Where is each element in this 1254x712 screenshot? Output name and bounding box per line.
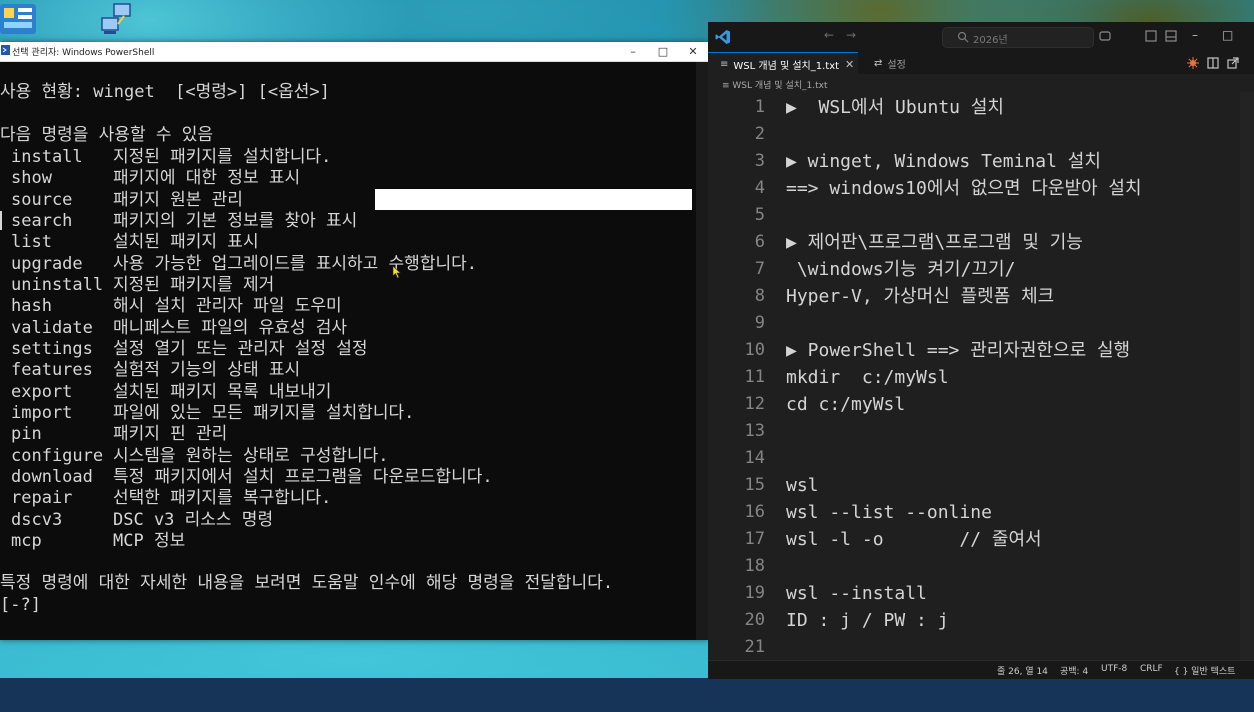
network-computer-icon[interactable] (100, 2, 134, 36)
powershell-titlebar[interactable]: 선택 관리자: Windows PowerShell – □ ✕ (0, 42, 708, 62)
maximize-button[interactable]: □ (648, 42, 678, 61)
editor-line: 1 ▶ WSL에서 Ubuntu 설치 (754, 97, 1004, 118)
forward-arrow-button[interactable]: → (846, 28, 856, 42)
search-text: 2026년 (973, 35, 1008, 46)
window-title: 선택 관리자: Windows PowerShell (12, 48, 155, 58)
commands-heading: 다음 명령을 사용할 수 있음 (0, 125, 213, 145)
selection-marker (0, 211, 2, 230)
editor-line: 13 (744, 421, 765, 441)
status-encoding[interactable]: UTF-8 (1101, 664, 1127, 674)
app-shortcut-icon[interactable] (0, 2, 38, 36)
breadcrumb[interactable]: ≡ WSL 개념 및 설치_1.txt (722, 78, 827, 91)
terminal-scrollbar[interactable] (696, 62, 708, 640)
mouse-pointer-icon (392, 265, 402, 279)
layout-icon[interactable] (1144, 29, 1158, 43)
editor-line: 18 (744, 556, 765, 576)
editor-line: 7 \windows기능 켜기/끄기/ (754, 259, 1016, 280)
editor-line: 15 wsl (744, 475, 819, 496)
vscode-window: ← → 2026년 – □ ≡ WSL 개념 및 설치_1.txt ✕ ⇄ 설정… (708, 22, 1254, 679)
text-file-icon: ≡ (720, 58, 729, 70)
editor-line: 6 ▶ 제어판\프로그램\프로그램 및 기능 (754, 232, 1083, 253)
help-line: 특정 명령에 대한 자세한 내용을 보려면 도움말 인수에 해당 명령을 전달합… (0, 573, 614, 593)
search-icon (957, 31, 969, 43)
editor-line: 17 wsl -l -o // 줄여서 (744, 529, 1042, 550)
taskbar (0, 678, 1254, 712)
editor-line: 19 wsl --install (744, 583, 927, 604)
editor-line: 11 mkdir c:/myWsl (744, 367, 949, 388)
close-button[interactable]: ✕ (678, 42, 708, 61)
status-cursor-position[interactable]: 줄 26, 열 14 (997, 664, 1048, 677)
editor-line: 5 (754, 205, 765, 225)
back-arrow-button[interactable]: ← (824, 28, 834, 42)
tab-label: 설정 (887, 59, 906, 71)
editor-line: 21 (744, 637, 765, 657)
editor-line: 16 wsl --list --online (744, 502, 992, 523)
open-preview-icon[interactable] (1226, 56, 1240, 70)
editor-line: 3 ▶ winget, Windows Teminal 설치 (754, 151, 1101, 172)
editor-line: 9 (754, 313, 765, 333)
split-editor-icon[interactable] (1206, 56, 1220, 70)
panel-icon[interactable] (1164, 29, 1178, 43)
vscode-maximize-button[interactable]: □ (1222, 28, 1233, 42)
status-bar: 줄 26, 열 14 공백: 4 UTF-8 CRLF { } 일반 텍스트 (708, 660, 1254, 679)
spark-icon[interactable] (1186, 56, 1200, 70)
copilot-icon[interactable] (1098, 29, 1112, 43)
vscode-titlebar: ← → 2026년 – □ (708, 22, 1254, 52)
help-flag: [-?] (0, 595, 41, 615)
close-tab-icon[interactable]: ✕ (845, 58, 854, 71)
editor-tabs: ≡ WSL 개념 및 설치_1.txt ✕ ⇄ 설정 (708, 52, 1254, 75)
settings-tab-icon: ⇄ (874, 57, 883, 69)
status-indentation[interactable]: 공백: 4 (1060, 664, 1088, 677)
tab-settings[interactable]: ⇄ 설정 (862, 52, 942, 74)
vscode-minimize-button[interactable]: – (1192, 28, 1198, 42)
powershell-icon (1, 45, 10, 55)
terminal-output[interactable]: 사용 현황: winget [<명령>] [<옵션>] 다음 명령을 사용할 수… (0, 62, 696, 640)
tab-wsl-file[interactable]: ≡ WSL 개념 및 설치_1.txt ✕ (708, 52, 858, 75)
status-language-mode[interactable]: { } 일반 텍스트 (1174, 664, 1235, 677)
editor-line: 2 (754, 124, 765, 144)
editor-line: 8 Hyper-V, 가상머신 플렛폼 체크 (754, 286, 1055, 307)
code-editor[interactable]: 1 ▶ WSL에서 Ubuntu 설치 2 3 ▶ winget, Windows … (708, 92, 1254, 660)
powershell-window: 선택 관리자: Windows PowerShell – □ ✕ 사용 현황: … (0, 42, 708, 640)
minimize-button[interactable]: – (618, 42, 648, 61)
editor-line: 10 ▶ PowerShell ==> 관리자권한으로 실행 (744, 340, 1131, 361)
tab-label: WSL 개념 및 설치_1.txt (733, 60, 840, 72)
editor-scrollbar[interactable] (1240, 92, 1254, 660)
editor-line: 12 cd c:/myWsl (744, 394, 906, 415)
editor-line: 4 ==> windows10에서 없으면 다운받아 설치 (754, 178, 1142, 199)
command-center-search[interactable]: 2026년 (942, 27, 1094, 48)
editor-line: 20 ID : j / PW : j (744, 610, 949, 631)
text-selection-highlight (375, 189, 692, 210)
status-eol[interactable]: CRLF (1140, 664, 1163, 674)
vscode-logo-icon (715, 30, 730, 44)
usage-line: 사용 현황: winget [<명령>] [<옵션>] (0, 82, 330, 102)
editor-line: 14 (744, 448, 765, 468)
